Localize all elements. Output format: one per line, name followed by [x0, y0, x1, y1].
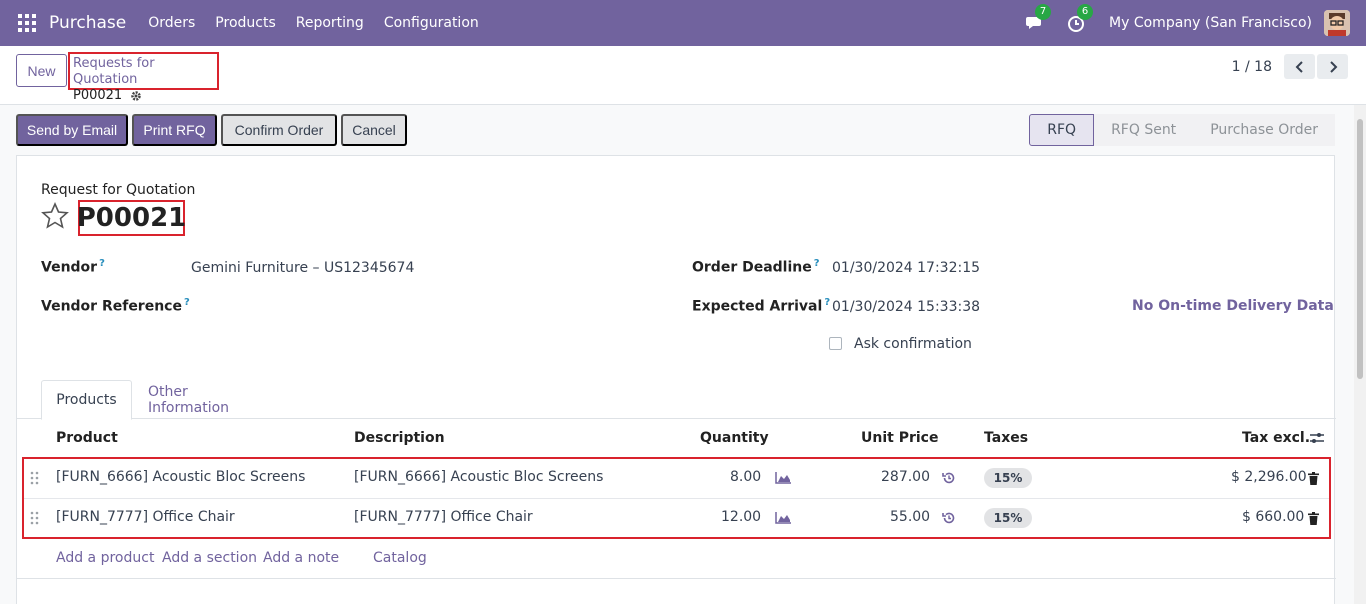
form-sheet: Request for Quotation P00021 Vendor? Gem…	[16, 155, 1336, 604]
breadcrumb: Requests for Quotation P00021	[68, 52, 219, 103]
expected-arrival-field[interactable]: 01/30/2024 15:33:38	[832, 299, 980, 315]
stage-purchase-order[interactable]: Purchase Order	[1193, 114, 1335, 146]
vendor-reference-label: Vendor Reference	[41, 298, 182, 315]
order-deadline-field[interactable]: 01/30/2024 17:32:15	[832, 260, 980, 276]
page-scrollbar[interactable]	[1354, 105, 1366, 604]
add-product-link[interactable]: Add a product	[56, 550, 154, 566]
tab-other-information[interactable]: Other Information	[148, 380, 268, 419]
tax-badge[interactable]: 15%	[984, 468, 1032, 488]
print-rfq-button[interactable]: Print RFQ	[132, 114, 217, 146]
trash-icon[interactable]	[1308, 472, 1319, 489]
column-header-description[interactable]: Description	[354, 430, 445, 446]
add-section-link[interactable]: Add a section	[162, 550, 257, 566]
row-subtotal: $ 2,296.00	[1231, 469, 1307, 485]
order-deadline-label: Order Deadline	[692, 259, 812, 276]
order-name-box: P00021	[76, 200, 187, 236]
pager: 1 / 18	[1232, 54, 1348, 79]
ontime-delivery-link[interactable]: No On-time Delivery Data	[1132, 298, 1334, 314]
top-navbar: Purchase Orders Products Reporting Confi…	[0, 0, 1366, 46]
help-mark-icon[interactable]: ?	[184, 297, 190, 308]
gear-icon[interactable]	[130, 90, 142, 102]
drag-handle-icon[interactable]	[30, 471, 40, 485]
app-brand[interactable]: Purchase	[49, 13, 126, 33]
row-unit-price[interactable]: 287.00	[881, 469, 930, 485]
trash-icon[interactable]	[1308, 512, 1319, 529]
confirm-order-button[interactable]: Confirm Order	[221, 114, 337, 146]
pager-previous-button[interactable]	[1284, 54, 1315, 79]
user-avatar[interactable]	[1324, 10, 1350, 36]
stage-rfq[interactable]: RFQ	[1029, 114, 1095, 146]
row-subtotal: $ 660.00	[1242, 509, 1305, 525]
form-title-label: Request for Quotation	[41, 182, 196, 198]
activities-badge: 6	[1077, 4, 1094, 20]
messages-icon[interactable]: 7	[1025, 4, 1052, 33]
row-description[interactable]: [FURN_7777] Office Chair	[354, 509, 533, 525]
column-header-product[interactable]: Product	[56, 430, 118, 446]
row-quantity[interactable]: 8.00	[730, 469, 761, 485]
scrollbar-thumb[interactable]	[1357, 119, 1363, 379]
forecast-chart-icon[interactable]	[775, 472, 791, 488]
help-mark-icon[interactable]: ?	[99, 258, 105, 269]
row-product[interactable]: [FURN_7777] Office Chair	[56, 509, 235, 525]
ask-confirmation-label: Ask confirmation	[854, 336, 972, 352]
forecast-chart-icon[interactable]	[775, 512, 791, 528]
menu-products[interactable]: Products	[215, 15, 275, 31]
row-unit-price[interactable]: 55.00	[890, 509, 930, 525]
breadcrumb-current: P00021	[73, 88, 123, 103]
pager-value[interactable]: 1 / 18	[1232, 59, 1272, 75]
control-panel: New Requests for Quotation P00021 1 / 18	[0, 46, 1366, 105]
column-settings-icon[interactable]	[1309, 431, 1325, 445]
tab-products[interactable]: Products	[41, 380, 132, 420]
column-header-tax-excl[interactable]: Tax excl.	[1242, 430, 1310, 446]
breadcrumb-parent-link[interactable]: Requests for Quotation	[73, 56, 214, 88]
notebook-tabs: Products Other Information	[17, 380, 1336, 420]
apps-menu-icon[interactable]	[18, 14, 36, 32]
activities-clock-icon[interactable]: 6	[1067, 4, 1094, 33]
catalog-link[interactable]: Catalog	[373, 550, 427, 566]
cancel-button[interactable]: Cancel	[341, 114, 407, 146]
pager-next-button[interactable]	[1317, 54, 1348, 79]
row-quantity[interactable]: 12.00	[721, 509, 761, 525]
order-lines-highlight: [FURN_6666] Acoustic Bloc Screens [FURN_…	[22, 457, 1331, 539]
vendor-label: Vendor	[41, 259, 98, 276]
row-description[interactable]: [FURN_6666] Acoustic Bloc Screens	[354, 469, 603, 485]
expected-arrival-label: Expected Arrival	[692, 298, 823, 315]
column-header-unit-price[interactable]: Unit Price	[861, 430, 938, 446]
column-header-taxes[interactable]: Taxes	[984, 430, 1028, 446]
stage-selector: RFQ RFQ Sent Purchase Order	[1029, 114, 1335, 146]
stage-rfq-sent[interactable]: RFQ Sent	[1094, 114, 1194, 146]
vendor-field[interactable]: Gemini Furniture – US12345674	[191, 260, 414, 276]
help-mark-icon[interactable]: ?	[814, 258, 820, 269]
ask-confirmation-checkbox[interactable]	[829, 337, 842, 350]
price-history-icon[interactable]	[942, 471, 956, 489]
new-button[interactable]: New	[16, 54, 67, 87]
menu-reporting[interactable]: Reporting	[296, 15, 364, 31]
messages-badge: 7	[1035, 4, 1052, 20]
tax-badge[interactable]: 15%	[984, 508, 1032, 528]
company-switcher[interactable]: My Company (San Francisco)	[1109, 15, 1312, 31]
menu-orders[interactable]: Orders	[148, 15, 195, 31]
row-product[interactable]: [FURN_6666] Acoustic Bloc Screens	[56, 469, 305, 485]
add-note-link[interactable]: Add a note	[263, 550, 339, 566]
drag-handle-icon[interactable]	[30, 511, 40, 525]
star-icon[interactable]	[41, 202, 69, 230]
price-history-icon[interactable]	[942, 511, 956, 529]
column-header-quantity[interactable]: Quantity	[700, 430, 769, 446]
status-bar: Send by Email Print RFQ Confirm Order Ca…	[16, 114, 1335, 146]
send-by-email-button[interactable]: Send by Email	[16, 114, 128, 146]
menu-configuration[interactable]: Configuration	[384, 15, 479, 31]
help-mark-icon[interactable]: ?	[824, 297, 830, 308]
order-name: P00021	[76, 203, 187, 233]
